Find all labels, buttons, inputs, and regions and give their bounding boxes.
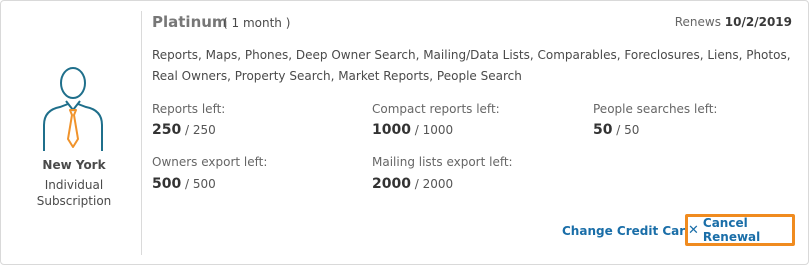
reports-left-total: / 250 — [181, 123, 216, 137]
subscription-type-line2: Subscription — [36, 194, 112, 208]
renewal-label: Renews — [674, 15, 721, 29]
renewal-date: 10/2/2019 — [724, 15, 792, 29]
people-searches-left-value: 50 / 50 — [593, 122, 639, 138]
renewal-info: Renews 10/2/2019 — [675, 15, 792, 29]
subscription-location: New York — [42, 158, 106, 172]
subscription-card: New York Individual Subscription Platinu… — [0, 0, 809, 265]
change-credit-card-link[interactable]: Change Credit Card — [562, 224, 694, 238]
subscription-type: Individual Subscription — [1, 177, 147, 209]
compact-reports-left-count: 1000 — [372, 122, 411, 138]
people-searches-left-total: / 50 — [612, 123, 640, 137]
people-searches-left-count: 50 — [593, 122, 613, 138]
owners-export-left-total: / 500 — [181, 177, 216, 191]
reports-left-count: 250 — [152, 122, 182, 138]
mailing-lists-export-left-value: 2000 / 2000 — [372, 176, 453, 192]
close-icon: ✕ — [688, 222, 699, 238]
owners-export-left-count: 500 — [152, 176, 182, 192]
mailing-lists-export-left-count: 2000 — [372, 176, 411, 192]
subscription-owner-panel: New York Individual Subscription — [1, 1, 141, 264]
subscription-type-line1: Individual — [44, 178, 104, 192]
cancel-renewal-label: Cancel Renewal — [702, 216, 761, 244]
cancel-renewal-button[interactable]: ✕ Cancel Renewal — [685, 214, 795, 246]
people-searches-left-label: People searches left: — [593, 102, 718, 116]
compact-reports-left-total: / 1000 — [410, 123, 454, 137]
mailing-lists-export-left-total: / 2000 — [410, 177, 454, 191]
owners-export-left-label: Owners export left: — [152, 155, 268, 169]
divider — [141, 11, 142, 255]
plan-name: Platinum — [152, 13, 228, 31]
compact-reports-left-label: Compact reports left: — [372, 102, 500, 116]
plan-features: Reports, Maps, Phones, Deep Owner Search… — [152, 48, 791, 83]
compact-reports-left-value: 1000 / 1000 — [372, 122, 453, 138]
owners-export-left-value: 500 / 500 — [152, 176, 216, 192]
mailing-lists-export-left-label: Mailing lists export left: — [372, 155, 513, 169]
plan-period: ( 1 month ) — [223, 16, 291, 30]
reports-left-value: 250 / 250 — [152, 122, 216, 138]
reports-left-label: Reports left: — [152, 102, 226, 116]
user-tie-icon — [43, 67, 103, 151]
